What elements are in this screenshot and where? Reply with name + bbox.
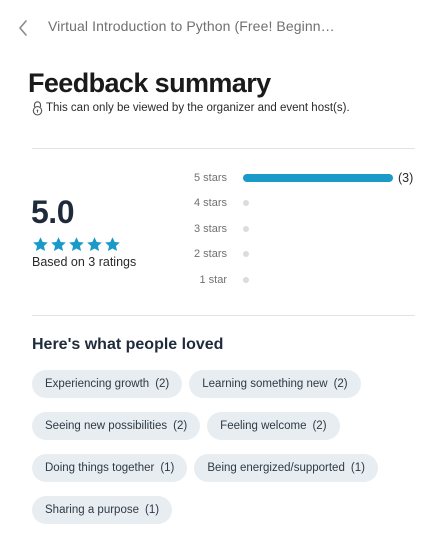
feedback-tag[interactable]: Doing things together (1) [32,454,188,482]
distribution-row-2: 2 stars [160,246,393,262]
distribution-empty-dot [243,251,249,257]
distribution-bar [243,276,393,284]
page-title: Feedback summary [28,68,271,98]
chevron-left-icon [16,18,32,38]
distribution-bar [243,225,393,233]
tag-label: Doing things together [45,462,155,474]
star-rating [32,236,121,253]
feedback-tag[interactable]: Seeing new possibilities (2) [32,412,201,440]
distribution-fill [243,174,393,182]
distribution-count: (3) [398,171,414,185]
feedback-tag[interactable]: Sharing a purpose (1) [32,496,173,524]
distribution-bar [243,250,393,258]
tag-count: (2) [333,378,348,390]
back-button[interactable] [16,18,32,38]
feedback-tag[interactable]: Experiencing growth (2) [32,370,183,398]
star-icon [50,236,67,253]
lock-icon [31,100,44,116]
privacy-text: This can only be viewed by the organizer… [46,102,350,114]
tag-count: (2) [155,378,170,390]
distribution-bar: (3) [243,171,413,185]
tag-label: Seeing new possibilities [45,420,168,432]
privacy-note: This can only be viewed by the organizer… [31,100,350,116]
tag-count: (2) [173,420,188,432]
distribution-bar [243,199,393,207]
distribution-row-5: 5 stars (3) [160,170,413,186]
feedback-tag[interactable]: Being energized/supported (1) [194,454,378,482]
distribution-row-4: 4 stars [160,195,393,211]
tag-label: Feeling welcome [220,420,307,432]
distribution-label: 5 stars [193,172,227,184]
distribution-label: 3 stars [193,223,227,235]
distribution-label: 2 stars [193,248,227,260]
feedback-tags: Experiencing growth (2) Learning somethin… [32,370,422,524]
divider-top [32,148,415,149]
tag-count: (1) [160,462,175,474]
distribution-empty-dot [243,226,249,232]
distribution-empty-dot [243,277,249,283]
distribution-row-1: 1 star [160,272,393,288]
star-icon [86,236,103,253]
star-icon [104,236,121,253]
tag-label: Being energized/supported [207,462,345,474]
tag-label: Learning something new [202,378,328,390]
divider-middle [32,315,415,316]
tag-count: (2) [312,420,327,432]
distribution-row-3: 3 stars [160,221,393,237]
ratings-count: Based on 3 ratings [32,255,137,269]
event-title[interactable]: Virtual Introduction to Python (Free! Be… [48,18,335,34]
feedback-tag[interactable]: Feeling welcome (2) [207,412,340,440]
average-score: 5.0 [31,194,74,230]
loved-heading: Here's what people loved [32,336,224,353]
distribution-label: 4 stars [193,197,227,209]
feedback-tag[interactable]: Learning something new (2) [189,370,361,398]
star-icon [68,236,85,253]
tag-count: (1) [144,504,160,516]
tag-label: Sharing a purpose [45,504,139,516]
star-icon [32,236,49,253]
distribution-empty-dot [243,200,249,206]
tag-label: Experiencing growth [45,378,150,390]
tag-count: (1) [350,462,365,474]
distribution-label: 1 star [199,274,227,286]
